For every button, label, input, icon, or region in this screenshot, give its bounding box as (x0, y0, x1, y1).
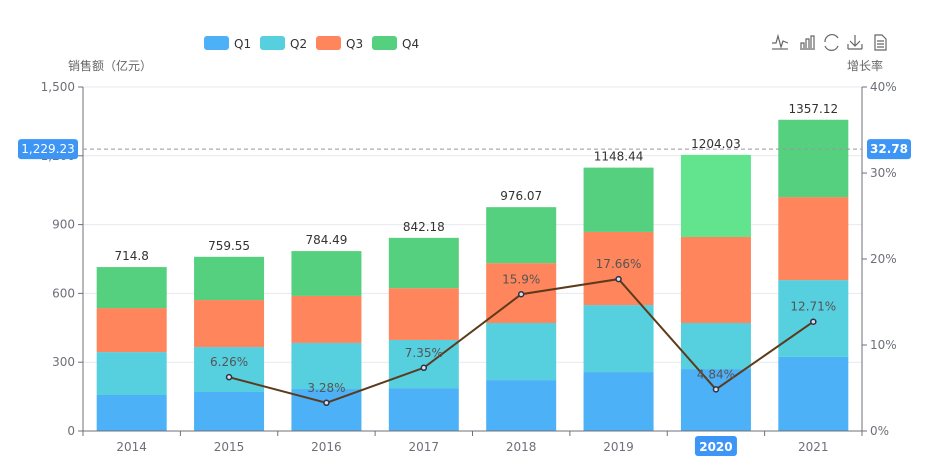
crosshair-y2-label: 32.78 (870, 142, 908, 156)
x-tick-label: 2020 (699, 440, 732, 454)
growth-label: 3.28% (307, 381, 345, 395)
growth-point (420, 364, 428, 372)
legend-swatch-q1 (204, 36, 229, 50)
y2-tick-label: 0% (870, 424, 889, 438)
data-view-icon[interactable] (874, 34, 887, 51)
growth-label: 6.26% (210, 355, 248, 369)
bar-total-label: 976.07 (500, 189, 542, 203)
y-axis-title: 销售额（亿元） (68, 58, 152, 73)
legend: Q1 Q2 Q3 Q4 (204, 36, 419, 51)
growth-point (712, 386, 720, 393)
x-tick-label: 2015 (214, 440, 245, 454)
bar-total-label: 784.49 (305, 233, 347, 247)
y-tick-label: 900 (52, 218, 75, 232)
legend-swatch-q4 (372, 36, 397, 50)
x-tick-label: 2018 (506, 440, 537, 454)
bar-q4-2019 (583, 167, 654, 232)
bar-q4-2020 (680, 154, 751, 237)
bar-q4-2017 (388, 237, 459, 289)
stacked-bar-line-chart: Q1 Q2 Q3 Q4 销售额（亿元） 增长率 714.8 759.55 784.49 84… (18, 33, 911, 456)
y2-tick-label: 30% (870, 166, 897, 180)
bar-q3-2015 (194, 300, 265, 348)
legend-swatch-q3 (316, 36, 341, 50)
x-tick-label: 2017 (409, 440, 440, 454)
bar-q2-2018 (486, 322, 557, 381)
bar-q2-2014 (96, 352, 167, 395)
bar-q4-2014 (96, 267, 167, 309)
bars: 714.8759.55 784.49842.18976.071148.441204… (96, 102, 849, 431)
y-tick-label: 1,500 (41, 80, 75, 94)
bar-total-label: 1357.12 (789, 102, 839, 116)
legend-label-q2: Q2 (290, 37, 307, 51)
toolbox (772, 33, 887, 51)
legend-label-q1: Q1 (234, 37, 251, 51)
data-view-glyph (874, 34, 887, 51)
bar-q1-2018 (486, 380, 557, 431)
x-tick-label: 2014 (116, 440, 147, 454)
y2-tick-label: 10% (870, 338, 897, 352)
growth-point (517, 291, 525, 298)
download-icon[interactable] (847, 35, 863, 50)
bar-q3-2017 (388, 288, 459, 340)
axes: 03006009001,2001,5000%10%20%30%40%201420… (41, 80, 897, 456)
y2-tick-label: 20% (870, 252, 897, 266)
restore-icon[interactable] (824, 34, 839, 51)
legend-label-q3: Q3 (346, 37, 363, 51)
line-chart-icon[interactable] (772, 33, 789, 50)
growth-label: 17.66% (596, 257, 642, 271)
bar-q3-2014 (96, 308, 167, 353)
bar-q3-2021 (778, 197, 849, 281)
y2-tick-label: 40% (870, 80, 897, 94)
growth-label: 15.9% (502, 272, 540, 286)
bar-q4-2016 (291, 251, 362, 296)
legend-label-q4: Q4 (402, 37, 419, 51)
bar-total-label: 842.18 (403, 220, 445, 234)
restore-glyph (824, 34, 839, 51)
bar-total-label: 759.55 (208, 239, 250, 253)
bar-total-label: 1148.44 (594, 150, 644, 164)
bar-q3-2020 (680, 236, 751, 323)
growth-point (615, 275, 622, 283)
y-tick-label: 600 (52, 286, 75, 300)
bar-q1-2021 (778, 356, 849, 431)
growth-label: 4.84% (697, 367, 735, 381)
growth-label: 7.35% (405, 346, 443, 360)
y-tick-label: 0 (67, 424, 75, 438)
x-tick-label: 2019 (603, 440, 634, 454)
growth-label: 12.71% (790, 300, 836, 314)
growth-point (323, 399, 330, 407)
bar-q1-2019 (583, 372, 654, 431)
line-chart-glyph (772, 33, 789, 50)
bar-q1-2017 (388, 388, 459, 431)
download-glyph (847, 35, 863, 50)
bar-q3-2016 (291, 295, 362, 343)
bar-chart-glyph (800, 35, 815, 50)
bar-total-label: 714.8 (115, 249, 149, 263)
bar-q2-2015 (194, 347, 265, 393)
growth-point (810, 318, 817, 325)
bar-q1-2015 (194, 392, 265, 431)
x-tick-label: 2016 (311, 440, 342, 454)
bar-q4-2018 (486, 207, 557, 264)
bar-chart-icon[interactable] (800, 35, 815, 50)
crosshair-y-label: 1,229.23 (21, 142, 74, 156)
legend-swatch-q2 (260, 36, 285, 50)
y-tick-label: 300 (52, 355, 75, 369)
bar-q4-2015 (194, 256, 265, 301)
bar-q4-2021 (778, 119, 849, 198)
y2-axis-title: 增长率 (847, 58, 883, 73)
x-tick-label: 2021 (798, 440, 829, 454)
bar-q2-2019 (583, 305, 654, 373)
growth-point (225, 373, 233, 381)
bar-q1-2014 (96, 394, 167, 431)
